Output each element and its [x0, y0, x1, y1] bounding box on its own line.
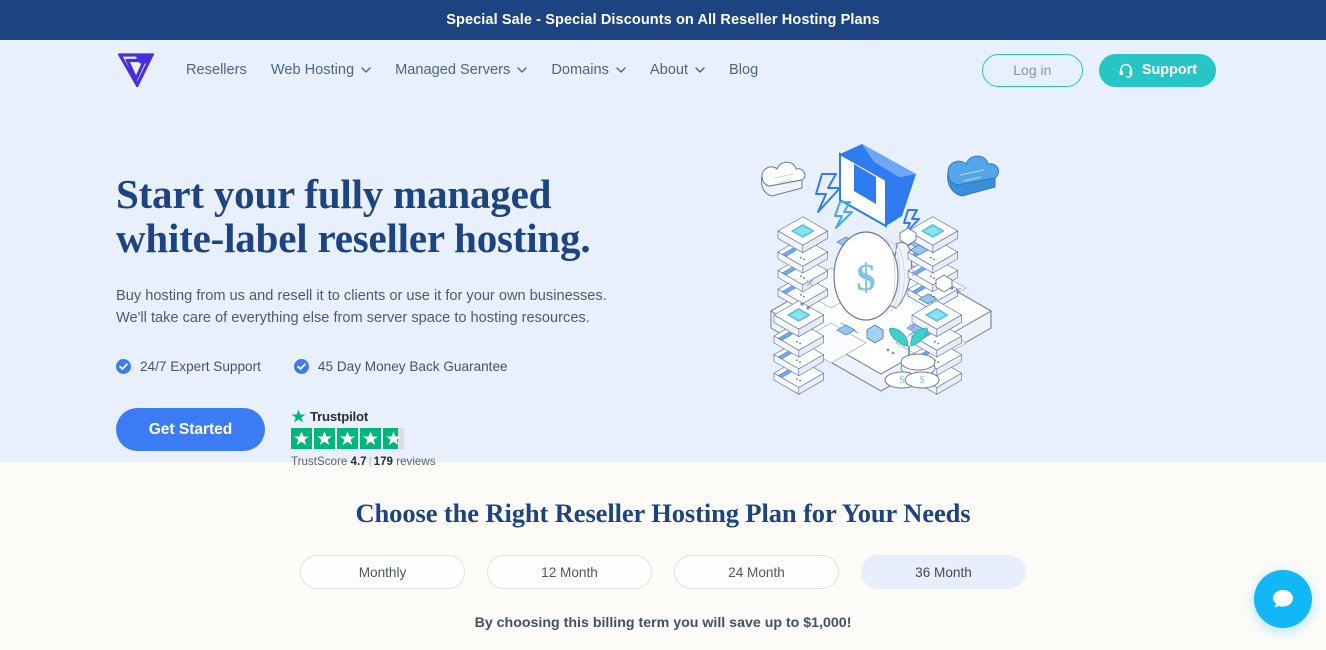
- chat-widget-button[interactable]: [1254, 570, 1312, 628]
- headset-icon: [1119, 63, 1133, 78]
- trustpilot-logo: Trustpilot: [291, 409, 436, 424]
- billing-tab-monthly[interactable]: Monthly: [300, 555, 465, 589]
- hero-cta-row: Get Started Trustpilot TrustScore 4.7 | …: [116, 408, 736, 468]
- check-circle-icon: [116, 359, 131, 374]
- hero-feature-list: 24/7 Expert Support 45 Day Money Back Gu…: [116, 359, 736, 374]
- hero-subtitle-line-1: Buy hosting from us and resell it to cli…: [116, 288, 607, 304]
- hero-subtitle: Buy hosting from us and resell it to cli…: [116, 285, 736, 329]
- trustpilot-brand: Trustpilot: [310, 409, 369, 424]
- trustscore-value: 4.7: [350, 455, 367, 468]
- hero-title-line-2: white-label reseller hosting.: [116, 215, 591, 261]
- svg-text:$: $: [857, 257, 876, 299]
- announcement-bar: Special Sale - Special Discounts on All …: [0, 0, 1326, 40]
- savings-message: By choosing this billing term you will s…: [474, 615, 852, 631]
- check-circle-icon: [293, 359, 309, 374]
- svg-text:$: $: [920, 375, 925, 386]
- get-started-button[interactable]: Get Started: [116, 408, 265, 451]
- pricing-title: Choose the Right Reseller Hosting Plan f…: [355, 498, 971, 528]
- pricing-section: Choose the Right Reseller Hosting Plan f…: [0, 462, 1326, 650]
- nav-label: Managed Servers: [395, 62, 511, 78]
- hero-title-line-1: Start your fully managed: [116, 171, 552, 217]
- billing-tab-24-month[interactable]: 24 Month: [674, 555, 839, 589]
- nav-item-managed-servers[interactable]: Managed Servers: [395, 62, 528, 78]
- page-title: Start your fully managed white-label res…: [116, 172, 736, 260]
- announcement-text: Special Sale - Special Discounts on All …: [446, 12, 880, 28]
- chat-bubble-icon: [1273, 590, 1293, 608]
- star-filled: [291, 428, 312, 449]
- hero-text-column: Start your fully managed white-label res…: [116, 100, 736, 468]
- trustpilot-stars: [291, 428, 436, 449]
- login-button[interactable]: Log in: [981, 53, 1083, 87]
- nav-actions: Log in Support: [981, 53, 1216, 87]
- billing-term-tabs: Monthly 12 Month 24 Month 36 Month: [0, 555, 1326, 589]
- support-label: Support: [1141, 62, 1197, 78]
- nav-label: Blog: [729, 62, 759, 78]
- chevron-down-icon: [517, 67, 528, 73]
- nav-links: Resellers Web Hosting Managed Servers Do…: [186, 62, 982, 78]
- billing-tab-12-month[interactable]: 12 Month: [487, 555, 652, 589]
- trustpilot-separator: |: [368, 455, 372, 468]
- nav-label: Resellers: [186, 62, 247, 78]
- trustscore-label: TrustScore: [291, 455, 348, 468]
- chevron-down-icon: [361, 67, 371, 73]
- trustpilot-score-line: TrustScore 4.7 | 179 reviews: [291, 455, 436, 468]
- hero-content: Start your fully managed white-label res…: [0, 100, 1326, 468]
- star-filled: [337, 428, 358, 449]
- feature-item-support: 24/7 Expert Support: [116, 359, 261, 374]
- star-filled: [314, 428, 335, 449]
- billing-tab-36-month[interactable]: 36 Month: [861, 555, 1026, 589]
- nav-item-web-hosting[interactable]: Web Hosting: [271, 62, 371, 78]
- feature-item-money-back: 45 Day Money Back Guarantee: [293, 359, 508, 374]
- star-partial: [383, 428, 404, 449]
- verpex-logo[interactable]: [116, 51, 156, 89]
- trustpilot-star-icon: [291, 409, 306, 423]
- hero-section: Resellers Web Hosting Managed Servers Do…: [0, 40, 1326, 468]
- reviews-count: 179: [373, 455, 393, 468]
- isometric-datacenter-illustration: $ $ $: [761, 144, 999, 395]
- nav-label: Domains: [551, 62, 609, 78]
- nav-label: About: [649, 62, 689, 78]
- nav-item-domains[interactable]: Domains: [551, 62, 626, 78]
- chevron-down-icon: [695, 67, 705, 73]
- hero-illustration-column: $ $ $: [736, 100, 1216, 468]
- chevron-down-icon: [616, 67, 626, 73]
- support-button[interactable]: Support: [1098, 53, 1216, 87]
- page-root: Special Sale - Special Discounts on All …: [0, 0, 1326, 650]
- feature-label: 45 Day Money Back Guarantee: [317, 359, 508, 374]
- nav-item-about[interactable]: About: [650, 62, 705, 78]
- nav-label: Web Hosting: [270, 62, 355, 78]
- hero-subtitle-line-2: We'll take care of everything else from …: [116, 310, 590, 326]
- feature-label: 24/7 Expert Support: [140, 359, 261, 374]
- main-navigation: Resellers Web Hosting Managed Servers Do…: [0, 40, 1326, 100]
- trustpilot-widget[interactable]: Trustpilot TrustScore 4.7 | 179 reviews: [291, 408, 436, 468]
- svg-text:$: $: [900, 375, 905, 386]
- star-filled: [360, 428, 381, 449]
- nav-item-blog[interactable]: Blog: [729, 62, 758, 78]
- reviews-label: reviews: [396, 455, 436, 468]
- nav-item-resellers[interactable]: Resellers: [186, 62, 247, 78]
